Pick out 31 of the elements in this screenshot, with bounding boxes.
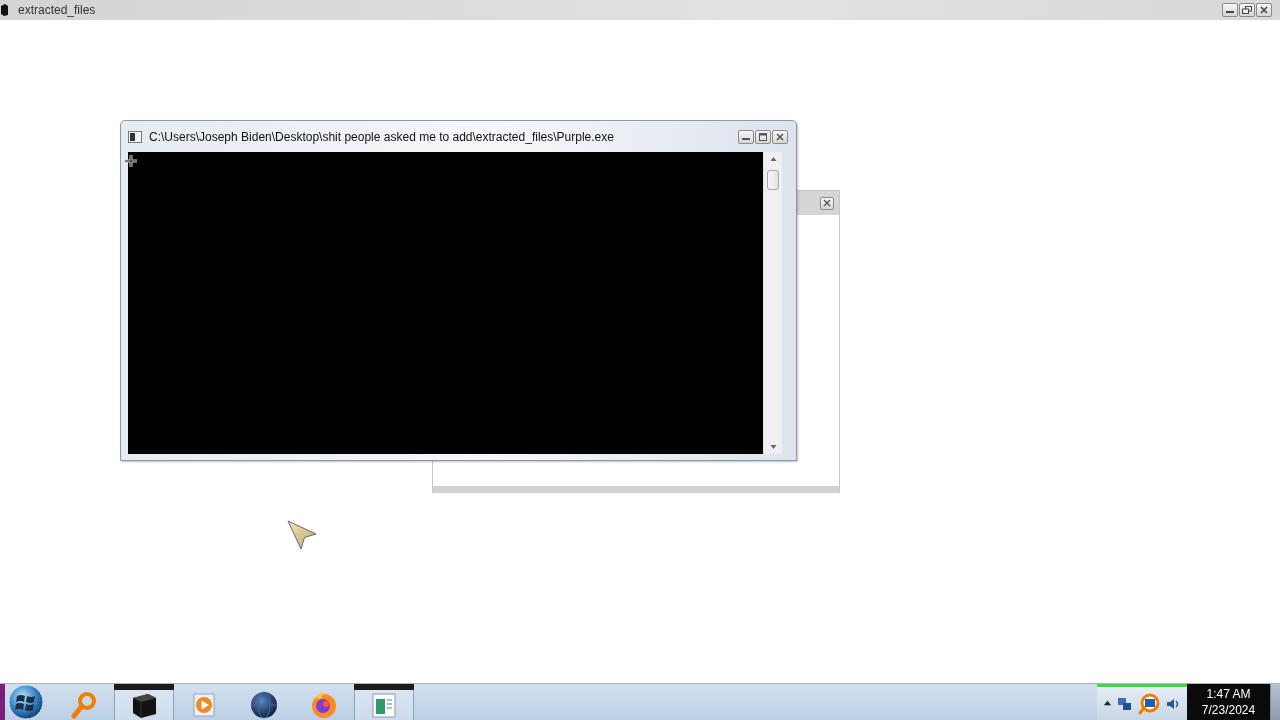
maximize-button[interactable] [755,129,771,144]
clock-time[interactable]: 1:47 AM [1206,687,1251,701]
restore-icon [1242,6,1252,14]
minimize-button[interactable] [1222,3,1238,17]
mouse-cursor-icon [287,520,317,550]
network-icon[interactable] [1117,695,1134,712]
clock-date[interactable]: 7/23/2024 [1201,703,1256,717]
close-button[interactable] [772,129,788,144]
close-icon [775,132,785,141]
restore-button[interactable] [1239,3,1255,17]
close-button[interactable] [820,196,834,210]
maximize-icon [758,132,768,141]
console-icon [128,130,142,143]
taskbar-button[interactable] [114,684,174,720]
close-icon [1259,6,1269,14]
scroll-thumb[interactable] [767,170,779,190]
globe-icon [249,690,279,720]
minimize-button[interactable] [738,129,754,144]
document-icon [369,690,399,720]
taskbar-button[interactable] [354,684,414,720]
vertical-scrollbar[interactable] [763,152,782,454]
close-button[interactable] [1256,3,1272,17]
magnifier-screen-icon[interactable] [1137,692,1160,715]
up-arrow-icon[interactable] [1103,699,1113,708]
window-title: extracted_files [18,3,96,17]
app-icon [0,3,9,17]
browser-icon [309,690,339,720]
crosshair-icon [124,154,138,168]
window-title: C:\Users\Joseph Biden\Desktop\shit people asked me to add\extracted_files\Purple.exe [149,129,614,144]
search-icon [69,690,99,720]
close-icon [822,199,832,207]
